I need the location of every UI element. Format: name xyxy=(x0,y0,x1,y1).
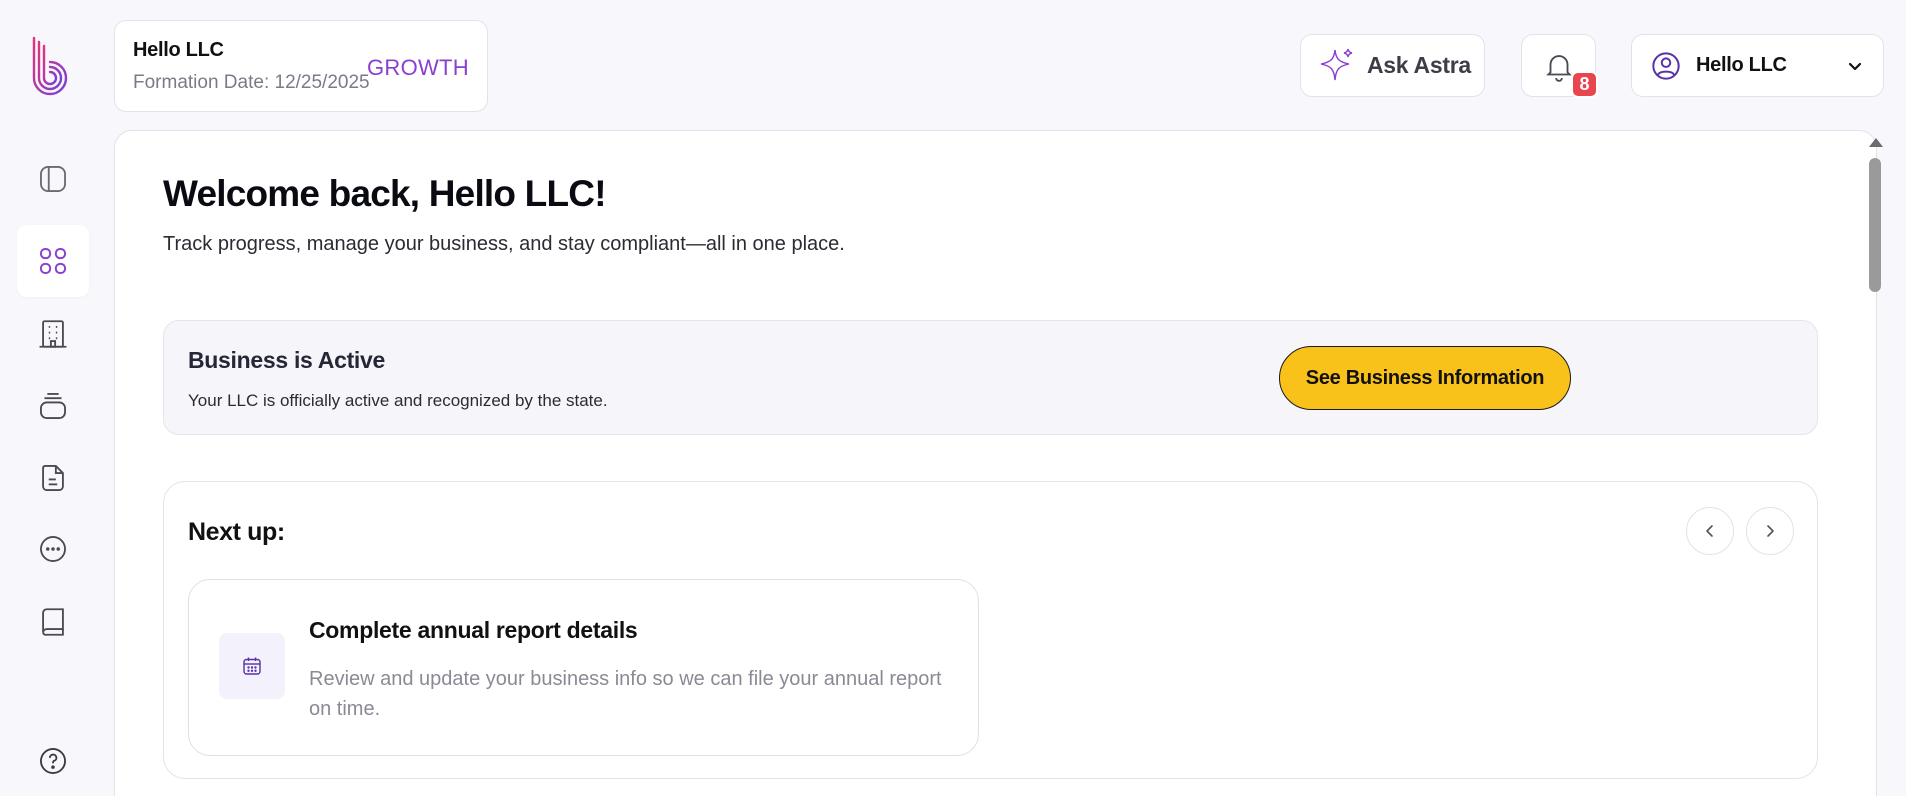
dashboard-grid-icon xyxy=(39,247,67,275)
task-icon-container xyxy=(219,633,285,699)
chevron-down-icon xyxy=(1848,62,1862,71)
sidebar-toggle-icon xyxy=(40,166,66,192)
previous-button[interactable] xyxy=(1686,507,1734,555)
sidebar-item-services[interactable] xyxy=(17,370,89,442)
status-title: Business is Active xyxy=(188,347,386,373)
status-description: Your LLC is officially active and recogn… xyxy=(188,391,608,410)
help-button[interactable] xyxy=(17,725,89,796)
main-content: Welcome back, Hello LLC! Track progress,… xyxy=(114,130,1877,796)
brand-logo-icon[interactable] xyxy=(30,36,76,100)
page-title: Welcome back, Hello LLC! xyxy=(163,173,607,214)
chevron-right-icon xyxy=(1767,525,1774,537)
task-card-annual-report[interactable]: Complete annual report details Review an… xyxy=(188,579,979,756)
notification-count-badge: 8 xyxy=(1571,71,1598,98)
chevron-left-icon xyxy=(1706,525,1713,537)
calendar-icon xyxy=(243,657,261,675)
next-up-card: Next up: Complete annual report details … xyxy=(163,481,1818,779)
notifications-button[interactable]: 8 xyxy=(1521,34,1598,98)
ask-astra-label: Ask Astra xyxy=(1367,52,1471,78)
next-up-title: Next up: xyxy=(188,518,285,546)
sidebar-item-resources[interactable] xyxy=(17,586,89,658)
business-summary-card[interactable]: Hello LLC Formation Date: 12/25/2025 GRO… xyxy=(114,20,488,112)
business-status-card: Business is Active Your LLC is officiall… xyxy=(163,320,1818,435)
user-avatar-icon xyxy=(1652,51,1680,80)
sparkle-icon xyxy=(1320,48,1353,80)
sidebar-item-dashboard[interactable] xyxy=(17,225,89,297)
help-icon xyxy=(40,748,66,774)
next-button[interactable] xyxy=(1746,507,1794,555)
sidebar-item-business[interactable] xyxy=(17,298,89,370)
task-title: Complete annual report details xyxy=(309,617,638,643)
user-name: Hello LLC xyxy=(1696,54,1787,76)
scrollbar[interactable] xyxy=(1866,134,1884,796)
ask-astra-button[interactable]: Ask Astra xyxy=(1300,34,1485,97)
book-icon xyxy=(42,608,64,636)
plan-badge: GROWTH xyxy=(366,55,469,80)
building-icon xyxy=(39,320,67,348)
task-description: Review and update your business info so … xyxy=(309,668,942,720)
page-subtitle: Track progress, manage your business, an… xyxy=(163,233,845,255)
document-icon xyxy=(42,465,64,491)
layers-icon xyxy=(40,393,66,419)
sidebar xyxy=(0,0,106,796)
sidebar-item-documents[interactable] xyxy=(17,442,89,514)
chat-icon xyxy=(40,536,66,562)
scroll-up-arrow-icon[interactable] xyxy=(1869,138,1883,147)
sidebar-toggle-button[interactable] xyxy=(17,143,89,215)
see-business-information-button[interactable]: See Business Information xyxy=(1279,346,1571,410)
sidebar-item-messages[interactable] xyxy=(17,513,89,585)
scrollbar-thumb[interactable] xyxy=(1869,158,1881,292)
user-menu-button[interactable]: Hello LLC xyxy=(1631,34,1884,97)
